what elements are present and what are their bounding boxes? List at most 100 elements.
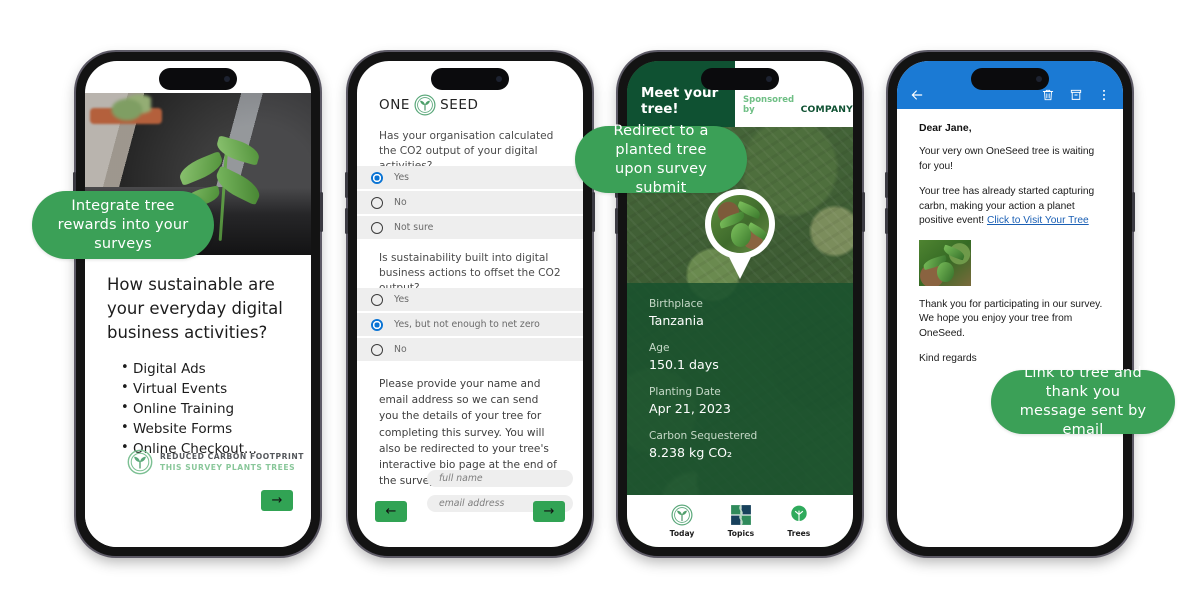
email-paragraph-1: Your very own OneSeed tree is waiting fo…	[919, 146, 1095, 172]
phone4-screen: Dear Jane, Your very own OneSeed tree is…	[897, 61, 1123, 547]
back-button[interactable]: ←	[375, 501, 407, 522]
phone1-screen: How sustainable are your everyday digita…	[85, 61, 311, 547]
tab-label: Trees	[787, 529, 811, 538]
dynamic-island	[701, 68, 779, 90]
sponsor-name: COMPANY	[800, 104, 853, 115]
logo-word-one: ONE	[379, 97, 411, 113]
volume-up-button[interactable]	[885, 172, 888, 198]
power-button[interactable]	[862, 192, 865, 232]
sponsor-prefix: Sponsored by	[743, 95, 795, 115]
bottom-tab-bar: Today Topics Trees	[627, 495, 853, 547]
full-name-input[interactable]: full name	[427, 470, 573, 487]
badge-line-1: REDUCED CARBON FOOTPRINT	[160, 452, 305, 461]
phone-survey-questions: ONE SEED Has your organisation calculate…	[345, 52, 595, 556]
visit-tree-link[interactable]: Click to Visit Your Tree	[987, 215, 1089, 226]
volume-up-button[interactable]	[345, 172, 348, 198]
email-paragraph-3: Thank you for participating in our surve…	[919, 298, 1103, 339]
fact-value: Tanzania	[649, 313, 704, 328]
back-arrow-icon[interactable]	[909, 87, 925, 103]
radio-option[interactable]: No	[357, 338, 583, 361]
list-item: Digital Ads	[121, 358, 289, 379]
radio-button-icon[interactable]	[371, 171, 383, 184]
callout-link-to-tree-email: Link to tree and thank you message sent …	[991, 365, 1175, 438]
tab-trees[interactable]: Trees	[787, 504, 810, 538]
email-placeholder: email address	[439, 498, 505, 509]
tab-today[interactable]: Today	[669, 504, 695, 538]
radio-option[interactable]: Yes	[357, 166, 583, 189]
radio-option[interactable]: No	[357, 191, 583, 214]
fact-label: Birthplace	[649, 298, 703, 310]
greeting-name: Dear Jane	[919, 123, 969, 134]
email-greeting: Dear Jane,	[919, 123, 1107, 134]
radio-label: Yes, but not enough to net zero	[394, 319, 540, 330]
radio-label: No	[394, 344, 407, 355]
power-button[interactable]	[592, 192, 595, 232]
topics-puzzle-icon	[730, 504, 751, 526]
tree-facts-panel: Birthplace Tanzania Age 150.1 days Plant…	[627, 283, 853, 495]
radio-label: Yes	[394, 172, 410, 183]
tab-label: Today	[669, 529, 695, 538]
callout-redirect-to-tree: Redirect to a planted tree upon survey s…	[575, 123, 747, 196]
list-item: Virtual Events	[121, 378, 289, 399]
email-body: Dear Jane, Your very own OneSeed tree is…	[919, 123, 1107, 378]
tree-icon	[791, 505, 807, 524]
oneseed-leaf-circle-icon	[671, 504, 693, 526]
fact-label: Planting Date	[649, 386, 721, 398]
radio-option[interactable]: Yes	[357, 288, 583, 311]
callout-integrate-tree-rewards: Integrate tree rewards into your surveys	[32, 191, 214, 259]
question-2-options: Yes Yes, but not enough to net zero No	[357, 288, 583, 363]
activity-list: Digital Ads Virtual Events Online Traini…	[107, 358, 289, 459]
trash-icon[interactable]	[1041, 88, 1055, 102]
radio-button-icon[interactable]	[371, 343, 383, 356]
oneseed-leaf-circle-icon	[127, 449, 153, 475]
screenshot-stage: How sustainable are your everyday digita…	[0, 0, 1199, 613]
full-name-placeholder: full name	[439, 473, 483, 484]
radio-button-icon[interactable]	[371, 318, 383, 331]
fact-value: Apr 21, 2023	[649, 401, 731, 416]
next-button[interactable]: →	[533, 501, 565, 522]
radio-label: Not sure	[394, 222, 434, 233]
oneseed-logo: ONE SEED	[379, 94, 479, 116]
power-button[interactable]	[320, 192, 323, 232]
radio-label: No	[394, 197, 407, 208]
archive-icon[interactable]	[1069, 88, 1083, 102]
oneseed-leaf-circle-icon	[414, 94, 436, 116]
tree-photo-thumbnail[interactable]	[919, 239, 971, 286]
greeting-comma: ,	[968, 123, 972, 134]
plant-pot-icon	[90, 93, 162, 201]
radio-button-icon[interactable]	[371, 293, 383, 306]
phone1-body: How sustainable are your everyday digita…	[85, 255, 311, 547]
tree-location-pin-icon[interactable]	[705, 189, 775, 281]
phone-survey-intro: How sustainable are your everyday digita…	[73, 52, 323, 556]
phone2-screen: ONE SEED Has your organisation calculate…	[357, 61, 583, 547]
radio-button-icon[interactable]	[371, 221, 383, 234]
question-1-options: Yes No Not sure	[357, 166, 583, 241]
tab-label: Topics	[727, 529, 755, 538]
dynamic-island	[431, 68, 509, 90]
page-title: How sustainable are your everyday digita…	[107, 275, 283, 342]
email-paragraph-2: Your tree has already started capturing …	[919, 185, 1107, 229]
fact-value: 8.238 kg CO₂	[649, 445, 733, 460]
fact-value: 150.1 days	[649, 357, 719, 372]
logo-word-seed: SEED	[440, 97, 479, 113]
volume-down-button[interactable]	[615, 208, 618, 234]
phone-email: Dear Jane, Your very own OneSeed tree is…	[885, 52, 1135, 556]
volume-down-button[interactable]	[345, 208, 348, 234]
badge-line-2: THIS SURVEY PLANTS TREES	[160, 463, 296, 472]
fact-label: Age	[649, 342, 670, 354]
carbon-badge: REDUCED CARBON FOOTPRINT THIS SURVEY PLA…	[127, 449, 304, 475]
radio-option[interactable]: Not sure	[357, 216, 583, 239]
tab-topics[interactable]: Topics	[728, 504, 754, 538]
dynamic-island	[971, 68, 1049, 90]
volume-down-button[interactable]	[885, 208, 888, 234]
list-item: Website Forms	[121, 418, 289, 439]
fact-label: Carbon Sequestered	[649, 430, 758, 442]
more-vertical-icon[interactable]	[1097, 88, 1111, 102]
list-item: Online Training	[121, 398, 289, 419]
radio-option[interactable]: Yes, but not enough to net zero	[357, 313, 583, 336]
radio-button-icon[interactable]	[371, 196, 383, 209]
power-button[interactable]	[1132, 192, 1135, 232]
next-button[interactable]: →	[261, 490, 293, 511]
dynamic-island	[159, 68, 237, 90]
radio-label: Yes	[394, 294, 410, 305]
